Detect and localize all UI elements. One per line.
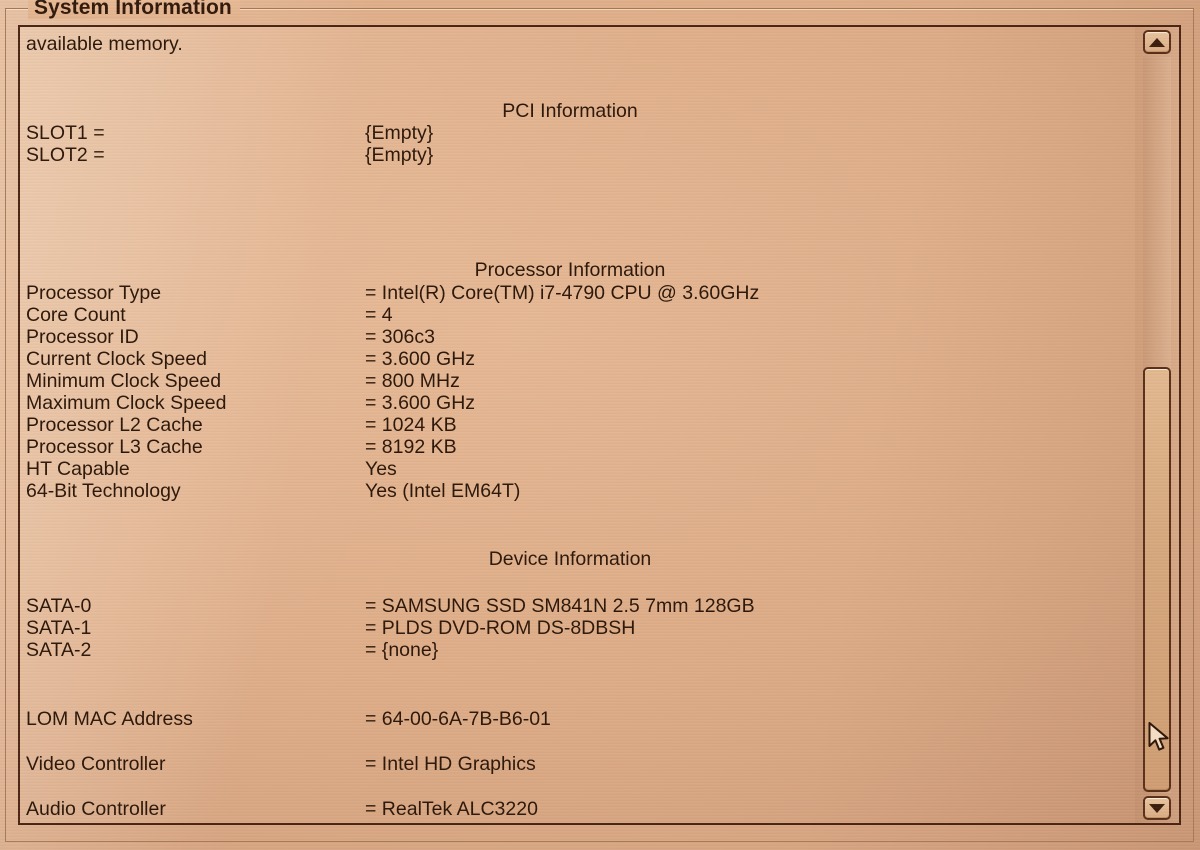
row-label: Processor Type xyxy=(26,282,162,304)
row-label: 64-Bit Technology xyxy=(26,480,181,502)
row-label: Core Count xyxy=(26,304,126,326)
bios-system-information-screen: System Information available memory. PCI… xyxy=(0,0,1200,850)
row-value: = PLDS DVD-ROM DS-8DBSH xyxy=(365,617,636,639)
row-value: = 4 xyxy=(365,304,393,326)
row-value: = 8192 KB xyxy=(365,436,457,458)
row-value: Yes (Intel EM64T) xyxy=(365,480,521,502)
scroll-up-button[interactable] xyxy=(1143,30,1171,54)
row-label: Processor ID xyxy=(26,326,139,348)
info-row: LOM MAC Address = 64-00-6A-7B-B6-01 xyxy=(20,708,1135,730)
row-value: = 1024 KB xyxy=(365,414,457,436)
row-value: = Intel(R) Core(TM) i7-4790 CPU @ 3.60GH… xyxy=(365,282,760,304)
section-heading-pci: PCI Information xyxy=(502,100,638,122)
information-text-area: available memory. PCI Information SLOT1 … xyxy=(20,27,1135,823)
row-label: Maximum Clock Speed xyxy=(26,392,227,414)
row-value: = 306c3 xyxy=(365,326,435,348)
triangle-up-icon xyxy=(1149,37,1165,47)
info-row: SATA-1 = PLDS DVD-ROM DS-8DBSH xyxy=(20,617,1135,639)
row-label: Processor L2 Cache xyxy=(26,414,203,436)
row-label: Video Controller xyxy=(26,753,166,775)
info-row: 64-Bit Technology Yes (Intel EM64T) xyxy=(20,480,1135,502)
info-row: Processor Type = Intel(R) Core(TM) i7-47… xyxy=(20,282,1135,304)
row-label: SATA-0 xyxy=(26,595,92,617)
info-row: HT Capable Yes xyxy=(20,458,1135,480)
row-value: Yes xyxy=(365,458,397,480)
info-row: SATA-2 = {none} xyxy=(20,639,1135,661)
row-value: = SAMSUNG SSD SM841N 2.5 7mm 128GB xyxy=(365,595,755,617)
row-value: = 800 MHz xyxy=(365,370,460,392)
page-title: System Information xyxy=(28,0,240,19)
content-panel: available memory. PCI Information SLOT1 … xyxy=(18,25,1181,825)
row-label: LOM MAC Address xyxy=(26,708,193,730)
info-row: Minimum Clock Speed = 800 MHz xyxy=(20,370,1135,392)
info-row: Processor ID = 306c3 xyxy=(20,326,1135,348)
row-value: {Empty} xyxy=(365,144,434,166)
row-value: = 64-00-6A-7B-B6-01 xyxy=(365,708,551,730)
row-label: SATA-2 xyxy=(26,639,92,661)
row-label: SATA-1 xyxy=(26,617,92,639)
row-label: SLOT2 = xyxy=(26,144,105,166)
info-row: Processor L2 Cache = 1024 KB xyxy=(20,414,1135,436)
row-value: = 3.600 GHz xyxy=(365,348,476,370)
vertical-scrollbar[interactable] xyxy=(1135,27,1179,823)
intro-text: available memory. xyxy=(26,33,183,55)
section-heading-processor: Processor Information xyxy=(474,259,666,281)
row-value: = Intel HD Graphics xyxy=(365,753,536,775)
row-label: Current Clock Speed xyxy=(26,348,208,370)
info-row: Video Controller = Intel HD Graphics xyxy=(20,753,1135,775)
row-label: HT Capable xyxy=(26,458,130,480)
row-value: {Empty} xyxy=(365,122,434,144)
row-label: SLOT1 = xyxy=(26,122,105,144)
row-value: = RealTek ALC3220 xyxy=(365,798,538,820)
info-row: Core Count = 4 xyxy=(20,304,1135,326)
info-row: SLOT1 = {Empty} xyxy=(20,122,1135,144)
row-value: = {none} xyxy=(365,639,439,661)
triangle-down-icon xyxy=(1149,803,1165,813)
scrollbar-thumb[interactable] xyxy=(1143,367,1171,792)
info-row: Maximum Clock Speed = 3.600 GHz xyxy=(20,392,1135,414)
scroll-down-button[interactable] xyxy=(1143,796,1171,820)
section-heading-device: Device Information xyxy=(488,548,652,570)
info-row: SATA-0 = SAMSUNG SSD SM841N 2.5 7mm 128G… xyxy=(20,595,1135,617)
row-label: Audio Controller xyxy=(26,798,166,820)
info-row: Current Clock Speed = 3.600 GHz xyxy=(20,348,1135,370)
info-row: Audio Controller = RealTek ALC3220 xyxy=(20,798,1135,820)
row-label: Minimum Clock Speed xyxy=(26,370,222,392)
row-label: Processor L3 Cache xyxy=(26,436,203,458)
row-value: = 3.600 GHz xyxy=(365,392,476,414)
info-row: Processor L3 Cache = 8192 KB xyxy=(20,436,1135,458)
info-row: SLOT2 = {Empty} xyxy=(20,144,1135,166)
